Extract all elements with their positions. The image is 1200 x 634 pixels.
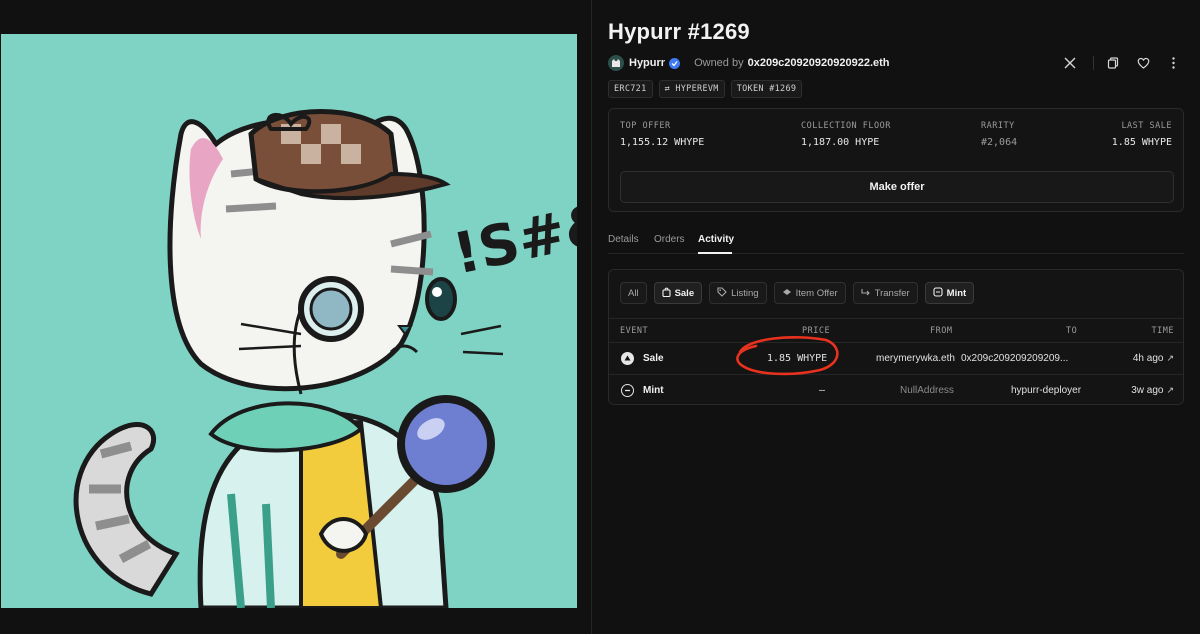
x-logo-icon: [1064, 57, 1076, 69]
external-link-icon: ↗: [1166, 385, 1174, 395]
filter-all[interactable]: All: [620, 282, 647, 304]
owner-address-link[interactable]: 0x209c20920920920922.eth: [748, 57, 890, 69]
collection-name-link[interactable]: Hypurr: [629, 57, 665, 69]
stat-label: LAST SALE: [1121, 121, 1172, 131]
tag-icon: [717, 287, 727, 299]
event-to-link[interactable]: 0x209c209209209209...: [961, 353, 1068, 364]
heart-icon: [1137, 57, 1149, 69]
filter-label: All: [628, 287, 639, 299]
event-price: –: [819, 385, 826, 396]
mint-icon: [933, 287, 943, 299]
bag-icon: [662, 287, 671, 299]
filter-mint[interactable]: Mint: [924, 282, 975, 304]
event-to-link[interactable]: hypurr-deployer: [1011, 385, 1081, 396]
external-link-icon: ↗: [1166, 353, 1174, 363]
event-from-link[interactable]: merymerywka.eth: [876, 353, 955, 364]
nft-detail-panel: Hypurr #1269 Hypurr Owned by 0x209c20920…: [608, 0, 1184, 634]
col-event: EVENT: [620, 326, 649, 336]
col-price: PRICE: [802, 326, 831, 336]
filter-label: Listing: [731, 287, 759, 299]
table-row[interactable]: Sale 1.85 WHYPE merymerywka.eth 0x209c20…: [609, 342, 1183, 374]
stat-value: 1,155.12 WHYPE: [620, 137, 705, 148]
event-name: Mint: [643, 385, 664, 396]
owner-row: Hypurr Owned by 0x209c20920920920922.eth: [608, 54, 1184, 72]
col-time: TIME: [1151, 326, 1174, 336]
hypurr-cat-illustration: !S#&: [1, 34, 577, 608]
stats-card: TOP OFFER 1,155.12 WHYPE COLLECTION FLOO…: [608, 108, 1184, 212]
mint-event-icon: [621, 384, 634, 397]
event-time: 3w ago: [1131, 385, 1164, 396]
tab-activity[interactable]: Activity: [698, 234, 734, 245]
verified-badge-icon: [669, 57, 681, 69]
activity-filters: All Sale Listing Item Offer Transfer Min…: [620, 282, 981, 304]
cat-avatar-icon: [612, 59, 620, 67]
filter-sale[interactable]: Sale: [653, 282, 703, 304]
nft-artwork[interactable]: !S#&: [1, 34, 577, 608]
more-icon: [1171, 57, 1175, 69]
event-price: 1.85 WHYPE: [767, 353, 828, 364]
filter-label: Mint: [946, 287, 967, 299]
header-actions: [1051, 52, 1184, 74]
event-time: 4h ago: [1132, 353, 1164, 364]
make-offer-button[interactable]: Make offer: [620, 171, 1174, 203]
activity-card: All Sale Listing Item Offer Transfer Min…: [608, 269, 1184, 405]
x-share-button[interactable]: [1059, 52, 1081, 74]
stat-value: 1,187.00 HYPE: [801, 137, 880, 148]
filter-label: Item Offer: [795, 287, 838, 299]
event-name: Sale: [643, 353, 664, 364]
tag-standard: ERC721: [608, 80, 653, 98]
event-from: NullAddress: [900, 385, 954, 396]
active-tab-indicator: [698, 252, 732, 254]
sale-event-icon: [621, 352, 634, 365]
filter-transfer[interactable]: Transfer: [852, 282, 918, 304]
event-time-link[interactable]: 4h ago ↗: [1133, 353, 1174, 364]
tab-details[interactable]: Details: [608, 234, 639, 245]
stat-label: COLLECTION FLOOR: [801, 121, 891, 131]
owned-by-label: Owned by: [694, 57, 744, 69]
col-to: TO: [1066, 326, 1078, 336]
stat-value: #2,064: [981, 137, 1018, 148]
col-from: FROM: [930, 326, 953, 336]
activity-table-header: EVENT PRICE FROM TO TIME: [609, 318, 1183, 342]
copy-icon: [1107, 57, 1119, 69]
stat-label: TOP OFFER: [620, 121, 671, 131]
stat-collection-floor: COLLECTION FLOOR 1,187.00 HYPE: [801, 121, 891, 148]
stat-last-sale: LAST SALE 1.85 WHYPE: [1112, 121, 1172, 148]
nft-title: Hypurr #1269: [608, 19, 750, 44]
collection-avatar[interactable]: [608, 55, 624, 71]
actions-divider: [1093, 56, 1094, 70]
transfer-icon: [861, 288, 871, 299]
copy-button[interactable]: [1102, 52, 1124, 74]
favorite-button[interactable]: [1132, 52, 1154, 74]
detail-tabs: Details Orders Activity: [608, 226, 1184, 254]
table-row[interactable]: Mint – NullAddress hypurr-deployer 3w ag…: [609, 374, 1183, 404]
stat-label: RARITY: [981, 121, 1015, 131]
stat-rarity: RARITY #2,064: [981, 121, 1017, 148]
filter-listing[interactable]: Listing: [709, 282, 767, 304]
tag-chain[interactable]: ⇄ HYPEREVM: [658, 80, 725, 98]
stat-top-offer: TOP OFFER 1,155.12 WHYPE: [620, 121, 704, 148]
filter-label: Transfer: [874, 287, 910, 299]
filter-label: Sale: [674, 287, 695, 299]
event-time-link[interactable]: 3w ago ↗: [1131, 385, 1174, 396]
stat-value: 1.85 WHYPE: [1111, 137, 1172, 148]
tag-token-id: TOKEN #1269: [730, 80, 803, 98]
more-options-button[interactable]: [1162, 52, 1184, 74]
filter-item-offer[interactable]: Item Offer: [773, 282, 846, 304]
artwork-panel: !S#&: [0, 0, 592, 634]
offer-icon: [782, 288, 792, 298]
token-tags: ERC721 ⇄ HYPEREVM TOKEN #1269: [608, 80, 808, 98]
tab-orders[interactable]: Orders: [654, 234, 685, 245]
